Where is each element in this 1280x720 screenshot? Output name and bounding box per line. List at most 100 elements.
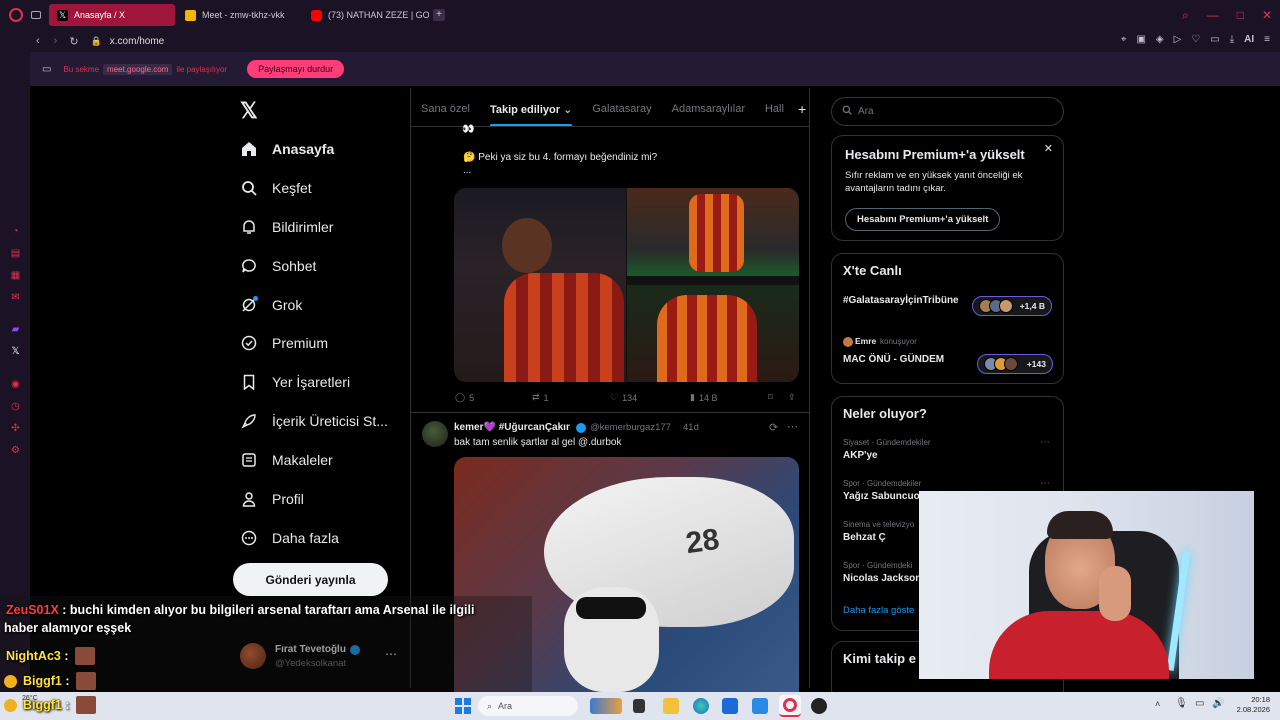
mic-icon[interactable]: 🎙	[1175, 698, 1188, 709]
nav-chat[interactable]: Sohbet	[240, 257, 316, 275]
maximize-button[interactable]: □	[1237, 8, 1244, 23]
reload-icon[interactable]: ↻	[69, 35, 78, 48]
twitch-icon[interactable]: ▰	[10, 324, 21, 335]
search-box[interactable]: Ara	[831, 97, 1064, 126]
heart-icon[interactable]: ♡	[1191, 34, 1200, 45]
extensions-icon[interactable]: ✣	[10, 423, 21, 434]
new-tab-button[interactable]: +	[433, 9, 445, 21]
tab-following[interactable]: Takip ediliyor ⌄	[480, 103, 582, 127]
snapshot-icon[interactable]: ▣	[1136, 34, 1145, 45]
network-icon[interactable]: ▭	[1195, 698, 1204, 709]
url-field[interactable]: x.com/home	[110, 36, 164, 47]
minimize-button[interactable]: —	[1207, 8, 1219, 23]
nav-bookmarks[interactable]: Yer İşaretleri	[240, 373, 350, 391]
player-icon[interactable]: ◉	[10, 379, 21, 390]
tab-youtube[interactable]: (73) NATHAN ZEZE | GOLC	[303, 4, 429, 26]
edge-icon[interactable]	[693, 698, 709, 714]
aria-sidebar-icon[interactable]: ◔	[10, 226, 21, 237]
forward-icon[interactable]: ›	[54, 35, 58, 47]
workspaces-icon[interactable]	[31, 11, 41, 19]
post-image-main[interactable]	[454, 188, 626, 382]
nav-premium[interactable]: Premium	[240, 334, 328, 352]
file-explorer-icon[interactable]	[663, 698, 679, 714]
menu-icon[interactable]: ≡	[1264, 34, 1270, 45]
tab-adamsaraylilar[interactable]: Adamsaraylılar	[662, 103, 755, 115]
nav-notifications[interactable]: Bildirimler	[240, 218, 333, 236]
nav-explore[interactable]: Keşfet	[240, 179, 312, 197]
settings-icon[interactable]: ⚙	[10, 445, 21, 456]
post-image-bottom-right[interactable]	[627, 285, 799, 382]
tab-google-meet[interactable]: Meet - zmw-tkhz-vkk	[177, 4, 303, 26]
post-button[interactable]: Gönderi yayınla	[233, 563, 388, 596]
nav-more[interactable]: Daha fazla	[240, 529, 339, 547]
volume-icon[interactable]: 🔊	[1212, 698, 1224, 709]
premium-upgrade-button[interactable]: Hesabını Premium+'a yükselt	[845, 208, 1001, 231]
download-icon[interactable]: ⤓	[1230, 34, 1234, 45]
reply-button[interactable]: ◯ 5	[455, 392, 474, 403]
back-icon[interactable]: ‹	[36, 35, 40, 47]
post-time[interactable]: 41d	[683, 422, 699, 433]
close-window-button[interactable]: ✕	[1262, 8, 1272, 23]
add-list-icon[interactable]: +	[798, 101, 806, 117]
store-icon[interactable]	[752, 698, 768, 714]
trend-name[interactable]: AKP'ye	[843, 450, 878, 461]
widgets-app-icon[interactable]	[590, 698, 622, 714]
play-icon[interactable]: ▷	[1174, 34, 1182, 45]
post-image-top-right[interactable]	[627, 188, 799, 276]
messenger-icon[interactable]: ▦	[10, 270, 21, 281]
task-view-icon[interactable]	[633, 699, 645, 713]
adblock-icon[interactable]: ◈	[1156, 34, 1164, 45]
tab-x-home[interactable]: 𝕏 Anasayfa / X	[49, 4, 175, 26]
live-item-title[interactable]: MAC ÖNÜ - GÜNDEM	[843, 354, 944, 365]
pin-icon[interactable]: ⌖	[1121, 34, 1127, 45]
post-author-handle[interactable]: @kemerburgaz177	[590, 422, 671, 433]
post-author-name[interactable]: kemer💜 #UğurcanÇakır	[454, 422, 570, 433]
opera-logo-icon[interactable]	[9, 8, 23, 22]
live-item-listeners[interactable]: +1,4 B	[972, 296, 1052, 316]
history-icon[interactable]: ◷	[10, 401, 21, 412]
avatar[interactable]	[422, 421, 448, 447]
live-item-listeners[interactable]: +143	[977, 354, 1053, 374]
obs-icon[interactable]	[811, 698, 827, 714]
tab-galatasaray[interactable]: Galatasaray	[582, 103, 661, 115]
nav-grok[interactable]: Grok	[240, 296, 302, 314]
x-logo[interactable]: 𝕏	[240, 98, 258, 124]
search-tabs-icon[interactable]: ⌕	[1182, 8, 1189, 23]
tab-for-you[interactable]: Sana özel	[411, 103, 480, 115]
share-button[interactable]: ⇪	[788, 392, 796, 403]
repost-button[interactable]: ⇄ 1	[532, 392, 549, 403]
mail-icon[interactable]: ✉	[10, 292, 21, 303]
nav-label: Makaleler	[272, 452, 333, 468]
tray-chevron-icon[interactable]: ˄	[1155, 699, 1160, 709]
show-more-link[interactable]: Daha fazla göste	[843, 605, 914, 616]
aria-ai-icon[interactable]: AI	[1244, 34, 1254, 45]
stop-sharing-button[interactable]: Paylaşmayı durdur	[247, 60, 345, 78]
bookmark-icon: ⌑	[768, 392, 773, 402]
tab-hall[interactable]: Hall	[755, 103, 794, 115]
trend-name[interactable]: Behzat Ç	[843, 532, 886, 543]
close-icon[interactable]: ✕	[1044, 142, 1053, 155]
wallet-icon[interactable]: ▭	[1210, 34, 1219, 45]
bookmark-button[interactable]: ⌑	[768, 392, 773, 403]
start-button[interactable]	[455, 698, 471, 714]
opera-taskbar-icon[interactable]	[779, 695, 801, 717]
views-button[interactable]: ▮ 14 B	[690, 392, 717, 403]
live-item-title[interactable]: #GalatasarayİçinTribüne	[843, 294, 961, 307]
trend-name[interactable]: Yağız Sabuncuo	[843, 491, 920, 502]
like-button[interactable]: ♡ 134	[610, 392, 637, 403]
crypto-wallet-icon[interactable]: ▤	[10, 248, 21, 259]
listener-avatars	[979, 299, 1013, 315]
clock[interactable]: 20:18 2.08.2026	[1230, 695, 1270, 715]
nav-articles[interactable]: Makaleler	[240, 451, 333, 469]
grok-post-icon[interactable]: ⟳	[769, 421, 778, 434]
outlook-icon[interactable]	[722, 698, 738, 714]
trend-name[interactable]: Nicolas Jackson	[843, 573, 921, 584]
taskbar-search[interactable]: ⌕ Ara	[478, 696, 578, 716]
x-sidebar-icon[interactable]: 𝕏	[10, 346, 21, 357]
post-more-icon[interactable]: ⋯	[787, 420, 798, 433]
nav-profile[interactable]: Profil	[240, 490, 304, 508]
nav-creator-studio[interactable]: İçerik Üreticisi St...	[240, 412, 388, 430]
trend-more-icon[interactable]: ⋯	[1040, 437, 1050, 448]
nav-home[interactable]: Anasayfa	[240, 140, 334, 158]
trend-more-icon[interactable]: ⋯	[1040, 478, 1050, 489]
